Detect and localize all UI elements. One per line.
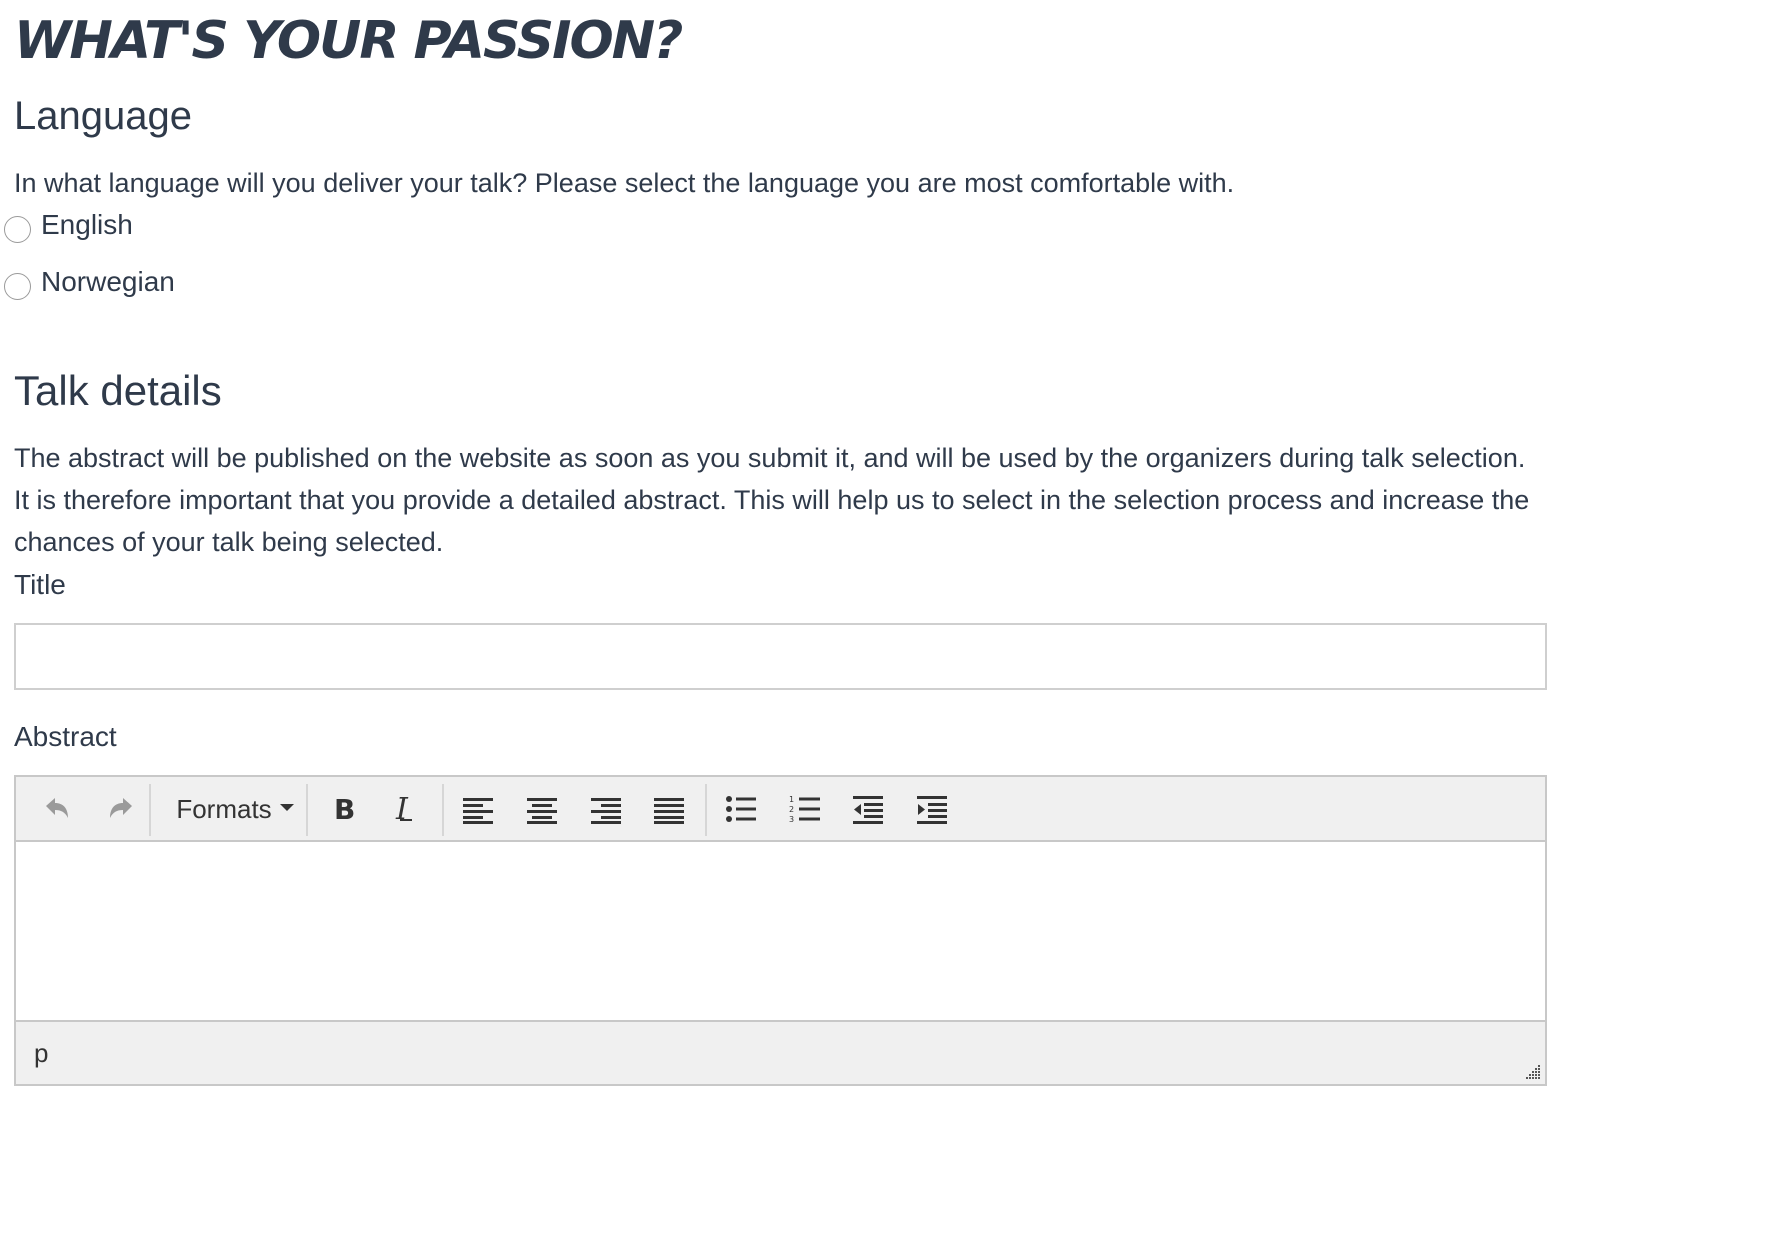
- bullet-list-button[interactable]: [716, 785, 766, 833]
- numbered-list-icon: 1 2 3: [789, 795, 820, 824]
- align-left-icon: [463, 798, 493, 824]
- talk-details-description: The abstract will be published on the we…: [14, 443, 1530, 557]
- abstract-editor-content[interactable]: [16, 842, 1545, 1020]
- toolbar-separator: [306, 784, 308, 836]
- numbered-list-button[interactable]: 1 2 3: [780, 785, 830, 833]
- element-path[interactable]: p: [34, 1038, 48, 1069]
- bold-icon: B: [334, 794, 355, 824]
- editor-toolbar: Formats B I 1 2 3: [16, 777, 1545, 842]
- english-radio-button[interactable]: [4, 215, 31, 243]
- undo-icon: [46, 798, 68, 818]
- talk-details-heading: Talk details: [14, 367, 222, 414]
- svg-text:B: B: [334, 794, 355, 824]
- page-title: WHAT'S YOUR PASSION?: [14, 11, 683, 71]
- outdent-button[interactable]: [843, 785, 893, 833]
- svg-text:2: 2: [789, 805, 794, 814]
- language-option-norwegian[interactable]: Norwegian: [4, 263, 175, 301]
- align-right-button[interactable]: [581, 785, 631, 833]
- italic-button[interactable]: I: [381, 785, 431, 833]
- resize-handle-icon[interactable]: [1523, 1062, 1541, 1080]
- title-label: Title: [14, 569, 66, 600]
- align-center-icon: [527, 798, 557, 824]
- title-input[interactable]: [14, 623, 1547, 690]
- language-section-heading: Language: [14, 94, 192, 138]
- english-radio-label[interactable]: English: [41, 206, 133, 244]
- editor-statusbar: p: [16, 1020, 1545, 1084]
- svg-text:3: 3: [789, 815, 794, 824]
- align-left-button[interactable]: [453, 785, 503, 833]
- redo-icon: [110, 798, 132, 818]
- align-justify-icon: [654, 798, 684, 824]
- undo-button[interactable]: [32, 785, 82, 833]
- indent-icon: [917, 796, 947, 824]
- toolbar-separator: [149, 784, 151, 836]
- abstract-label: Abstract: [14, 721, 117, 752]
- language-option-english[interactable]: English: [4, 206, 133, 244]
- redo-button[interactable]: [96, 785, 146, 833]
- svg-text:1: 1: [789, 795, 794, 804]
- align-justify-button[interactable]: [644, 785, 694, 833]
- outdent-icon: [853, 796, 883, 824]
- align-center-button[interactable]: [517, 785, 567, 833]
- italic-icon: I: [395, 794, 412, 824]
- align-right-icon: [591, 798, 621, 824]
- bullet-list-icon: [726, 796, 756, 822]
- toolbar-separator: [705, 784, 707, 836]
- norwegian-radio-label[interactable]: Norwegian: [41, 263, 175, 301]
- abstract-rich-text-editor: Formats B I 1 2 3 p: [14, 775, 1547, 1086]
- bold-button[interactable]: B: [318, 785, 368, 833]
- indent-button[interactable]: [907, 785, 957, 833]
- norwegian-radio-button[interactable]: [4, 272, 31, 300]
- toolbar-separator: [442, 784, 444, 836]
- formats-dropdown[interactable]: Formats: [160, 785, 310, 833]
- formats-label: Formats: [176, 793, 272, 824]
- chevron-down-icon: [279, 803, 294, 811]
- language-description: In what language will you deliver your t…: [14, 168, 1235, 198]
